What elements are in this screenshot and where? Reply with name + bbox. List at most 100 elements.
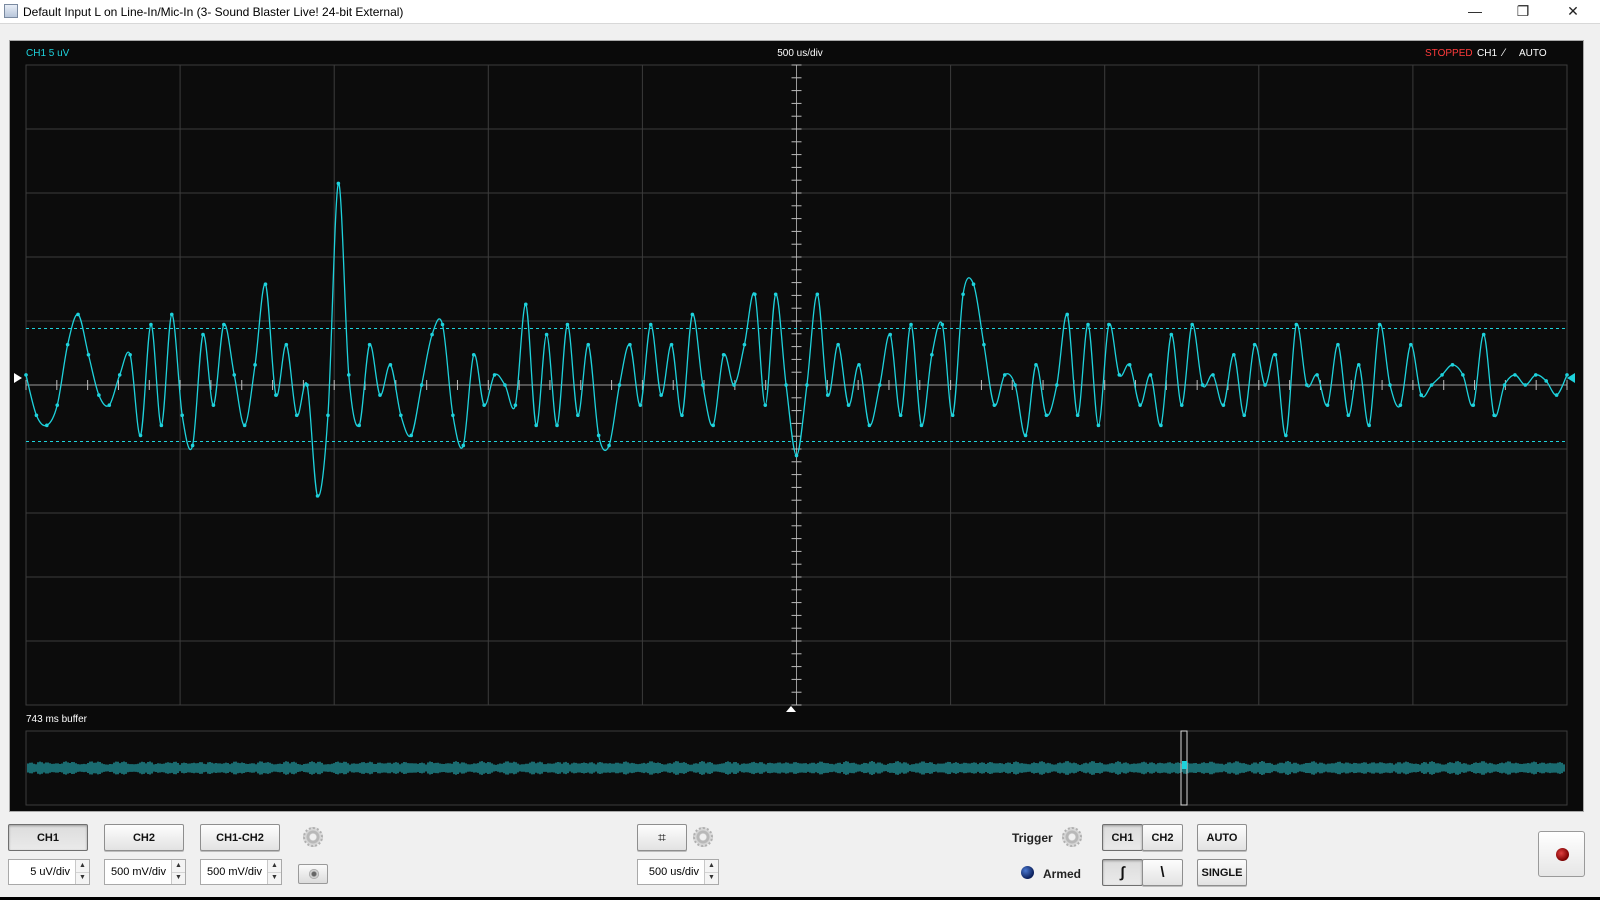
ch1-sample-point — [846, 403, 851, 407]
ch1-sample-point — [1221, 403, 1226, 407]
ch1-sample-point — [1127, 363, 1132, 367]
trigger-source-ch2-button[interactable]: CH2 — [1142, 824, 1183, 851]
time-per-div-spinner[interactable]: 500 us/div ▲ ▼ — [637, 859, 719, 885]
channel-settings-gear-icon[interactable] — [303, 827, 323, 847]
ch1-sample-point — [399, 413, 403, 418]
ch1-sample-point — [253, 363, 257, 367]
channel-scale-label: CH1 5 uV — [26, 48, 70, 59]
record-button[interactable] — [1538, 831, 1585, 877]
ch1-sample-point — [1148, 373, 1153, 377]
ch1-sample-point — [877, 383, 882, 387]
ch1-sample-point — [1523, 383, 1528, 387]
ch1-sample-point — [1023, 433, 1028, 438]
ch1-sample-point — [149, 322, 153, 327]
ch1-sample-point — [1409, 342, 1413, 347]
ch1-sample-point — [1242, 413, 1247, 418]
ch1-sample-point — [1107, 322, 1111, 327]
ch1-sample-point — [940, 322, 945, 327]
ch1-sample-point — [1492, 413, 1496, 418]
time-per-div-value[interactable]: 500 us/div — [638, 860, 704, 884]
ch2-button[interactable]: CH2 — [104, 824, 184, 851]
timebase-settings-gear-icon[interactable] — [693, 827, 713, 847]
ch1-minus-ch2-button[interactable]: CH1-CH2 — [200, 824, 280, 851]
ch1-sample-point — [544, 332, 549, 337]
ch1-sample-point — [1273, 352, 1278, 357]
ch1-sample-point — [503, 383, 507, 387]
trigger-settings-gear-icon[interactable] — [1062, 827, 1082, 847]
ch2-volts-per-div-spinner[interactable]: 500 mV/div ▲ ▼ — [104, 859, 186, 885]
ch1-sample-point — [1461, 373, 1465, 377]
armed-indicator-led — [1021, 866, 1034, 879]
minimize-button[interactable]: — — [1452, 0, 1498, 23]
timebase-label: 500 us/div — [777, 48, 823, 59]
spinner-down-icon[interactable]: ▼ — [268, 872, 281, 884]
ch1-sample-point — [76, 312, 80, 317]
ch1-sample-point — [440, 322, 445, 327]
math-volts-per-div-value[interactable]: 500 mV/div — [201, 860, 267, 884]
ch1-sample-point — [471, 352, 476, 357]
ch1-sample-point — [784, 383, 788, 387]
ch1-sample-point — [326, 413, 330, 418]
falling-edge-icon: \ — [1160, 864, 1165, 881]
ch1-sample-point — [1450, 363, 1455, 367]
falling-edge-button[interactable]: \ — [1142, 859, 1183, 886]
ch1-sample-point — [305, 383, 309, 387]
ch1-sample-point — [898, 413, 903, 418]
ch1-sample-point — [648, 322, 653, 327]
ch1-sample-point — [86, 352, 91, 357]
ch1-sample-point — [596, 433, 601, 438]
scope-display[interactable] — [10, 41, 1583, 811]
ch1-sample-point — [1398, 403, 1403, 407]
ch1-sample-point — [1211, 373, 1215, 377]
ch1-sample-point — [1471, 403, 1476, 407]
trigger-single-button[interactable]: SINGLE — [1197, 859, 1247, 886]
ch1-sample-point — [555, 423, 559, 428]
ch1-sample-point — [357, 423, 361, 428]
close-button[interactable]: ✕ — [1550, 0, 1596, 23]
window-title: Default Input L on Line-In/Mic-In (3- So… — [23, 5, 404, 19]
ch1-sample-point — [982, 342, 986, 347]
trigger-slope-indicator-icon: ⁄ — [1503, 47, 1505, 59]
ch1-sample-point — [1502, 383, 1507, 387]
ch1-sample-point — [586, 342, 591, 347]
ch1-volts-per-div-value[interactable]: 5 uV/div — [9, 860, 75, 884]
armed-label: Armed — [1043, 867, 1082, 881]
ch1-sample-point — [34, 413, 39, 418]
ch1-sample-point — [180, 413, 184, 418]
ch1-button[interactable]: CH1 — [8, 824, 88, 851]
ch2-volts-per-div-value[interactable]: 500 mV/div — [105, 860, 171, 884]
trigger-source-ch1-button[interactable]: CH1 — [1102, 824, 1143, 851]
ch1-sample-point — [232, 373, 237, 377]
ch1-sample-point — [836, 342, 840, 347]
ch1-sample-point — [451, 413, 455, 418]
ch1-sample-point — [1055, 383, 1059, 387]
ch1-sample-point — [1263, 383, 1267, 387]
restore-button[interactable]: ❐ — [1500, 0, 1546, 23]
grid-icon: ⌗ — [658, 829, 666, 845]
grid-toggle-button[interactable]: ⌗ — [637, 824, 687, 851]
ch1-sample-point — [763, 403, 768, 407]
buffer-window-center — [1182, 761, 1187, 769]
ch1-sample-point — [1075, 413, 1080, 418]
rising-edge-button[interactable]: ∫ — [1102, 859, 1143, 886]
ch1-volts-per-div-spinner[interactable]: 5 uV/div ▲ ▼ — [8, 859, 90, 885]
ch1-sample-point — [24, 373, 28, 377]
ch1-sample-point — [669, 342, 674, 347]
ch1-sample-point — [732, 383, 736, 387]
screenshot-camera-button[interactable] — [298, 864, 328, 884]
ch1-sample-point — [211, 403, 216, 407]
math-volts-per-div-spinner[interactable]: 500 mV/div ▲ ▼ — [200, 859, 282, 885]
ch1-sample-point — [1533, 373, 1538, 377]
ch1-sample-point — [1232, 352, 1236, 357]
trigger-channel-indicator: CH1 — [1477, 48, 1498, 59]
spinner-down-icon[interactable]: ▼ — [172, 872, 185, 884]
spinner-down-icon[interactable]: ▼ — [705, 872, 718, 884]
ch1-sample-point — [1544, 379, 1548, 383]
ch1-sample-point — [1252, 342, 1257, 347]
ch1-sample-point — [971, 282, 976, 286]
ch1-sample-point — [1336, 342, 1340, 347]
trigger-auto-button[interactable]: AUTO — [1197, 824, 1247, 851]
ch1-sample-point — [419, 383, 424, 387]
ch1-sample-point — [1388, 383, 1392, 387]
spinner-down-icon[interactable]: ▼ — [76, 872, 89, 884]
